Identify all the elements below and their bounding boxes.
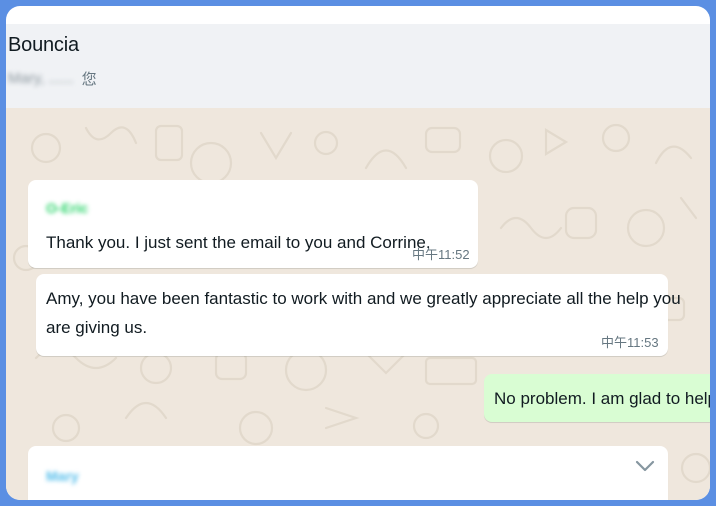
message-sender: O-Eric [46, 200, 89, 216]
message-time: 中午11:52 [412, 247, 470, 262]
group-name[interactable]: Bouncia [8, 34, 79, 57]
message-bubble[interactable]: Amy, you have been fantastic to work wit… [36, 274, 681, 356]
app-frame: Bouncia Mary, ...... 您 O-Eric Thank you.… [6, 6, 710, 500]
message-text: Thank you. I just sent the email to you … [46, 233, 431, 252]
message-bubble-outgoing[interactable]: No problem. I am glad to help. [484, 374, 710, 422]
chat-area: O-Eric Thank you. I just sent the email … [6, 108, 710, 500]
message-text-line: Amy, you have been fantastic to work wit… [46, 289, 681, 308]
message-sender: Mary [46, 468, 79, 484]
member-self: 您 [81, 71, 97, 88]
message-bubble[interactable]: Mary [28, 446, 668, 500]
blurred-member-names: Mary, ...... [8, 70, 74, 87]
message-bubble[interactable]: O-Eric Thank you. I just sent the email … [28, 180, 478, 268]
group-members[interactable]: Mary, ...... 您 [8, 68, 97, 89]
message-text-line: are giving us. [46, 318, 148, 337]
message-text: No problem. I am glad to help. [494, 389, 710, 408]
message-text: Amy, you have been fantastic to work wit… [46, 284, 681, 342]
chat-header[interactable]: Bouncia Mary, ...... 您 [6, 24, 710, 108]
chevron-down-icon[interactable] [634, 458, 656, 474]
message-time: 中午11:53 [601, 335, 659, 350]
